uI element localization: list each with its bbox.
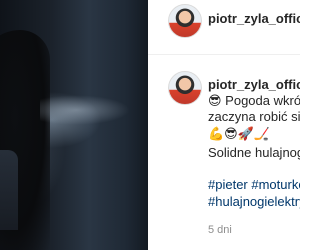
post-side-panel: piotr_zyla_official piotr_zyla_official … — [148, 0, 300, 250]
post-photo[interactable] — [0, 0, 148, 250]
profile-avatar[interactable] — [168, 4, 202, 38]
caption-line-2: zaczyna robić się ładna — [208, 109, 300, 124]
post-header: piotr_zyla_official — [148, 0, 300, 55]
post-timestamp[interactable]: 5 dni — [208, 224, 232, 236]
hashtag-link[interactable]: #pieter #moturkowo — [208, 177, 300, 193]
header-username-link[interactable]: piotr_zyla_official — [208, 11, 300, 26]
photo-light-glow — [40, 95, 130, 125]
caption-line-1: 😎 Pogoda wkrótce zaczyna robić się ładna — [208, 93, 300, 108]
caption-line-4: Solidne hulajnogi elektryczne — [208, 145, 300, 160]
comment-username-link[interactable]: piotr_zyla_official — [208, 77, 300, 92]
comment-avatar[interactable] — [168, 71, 202, 105]
photo-sleeve — [0, 150, 18, 230]
caption-emoji-line: 💪😎🚀🏒 — [208, 126, 271, 141]
hashtag-link[interactable]: #hulajnogielektryczne — [208, 194, 300, 210]
